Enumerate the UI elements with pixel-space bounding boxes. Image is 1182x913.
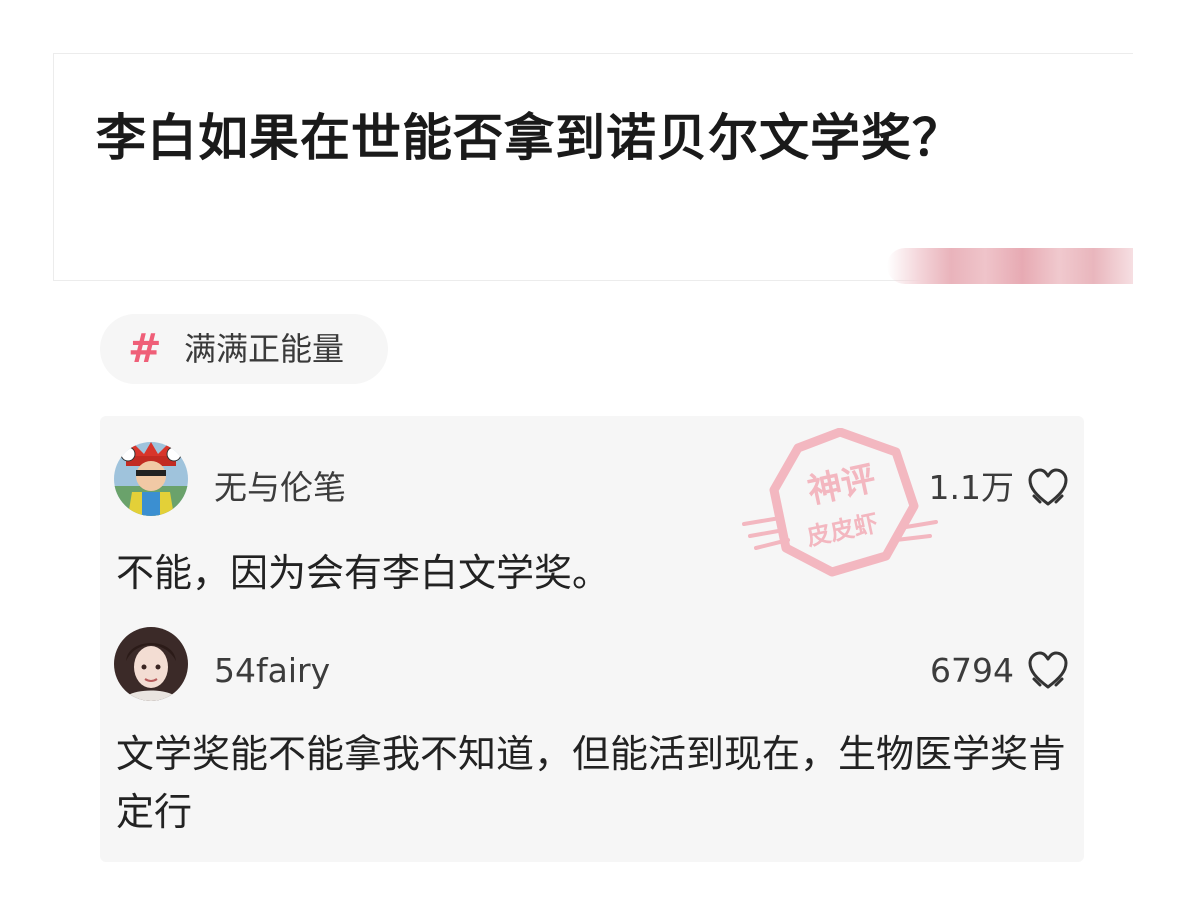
like-count: 6794 [930,651,1014,690]
heart-icon[interactable] [1026,649,1070,693]
hash-icon: # [128,326,162,372]
avatar[interactable] [114,627,188,701]
topic-tag[interactable]: # 满满正能量 [100,314,388,384]
like-count: 1.1万 [928,468,1014,507]
blurred-region [887,248,1133,284]
comment-username[interactable]: 54fairy [214,649,330,693]
stamp-line-2: 皮皮虾 [804,509,880,551]
avatar[interactable] [114,442,188,516]
heart-icon[interactable] [1026,466,1070,510]
topic-tag-label: 满满正能量 [184,330,345,368]
comment-username[interactable]: 无与伦笔 [214,466,346,510]
hot-comment-stamp: 神评 皮皮虾 [742,428,938,577]
portrait-avatar-icon [114,627,188,701]
comment-text: 文学奖能不能拿我不知道，但能活到现在，生物医学奖肯定行 [116,732,1067,834]
post-title: 李白如果在世能否拿到诺贝尔文学奖？ [96,109,963,167]
post-title-card[interactable]: 李白如果在世能否拿到诺贝尔文学奖？ [53,53,1133,284]
cartoon-avatar-icon [114,442,188,516]
post-page: 李白如果在世能否拿到诺贝尔文学奖？ # 满满正能量 无与伦笔 1.1万 不能，因… [0,0,1182,913]
comment-item[interactable]: 54fairy 6794 文学奖能不能拿我不知道，但能活到现在，生物医学奖肯定行 [100,621,1084,861]
stamp-line-1: 神评 [804,459,879,512]
